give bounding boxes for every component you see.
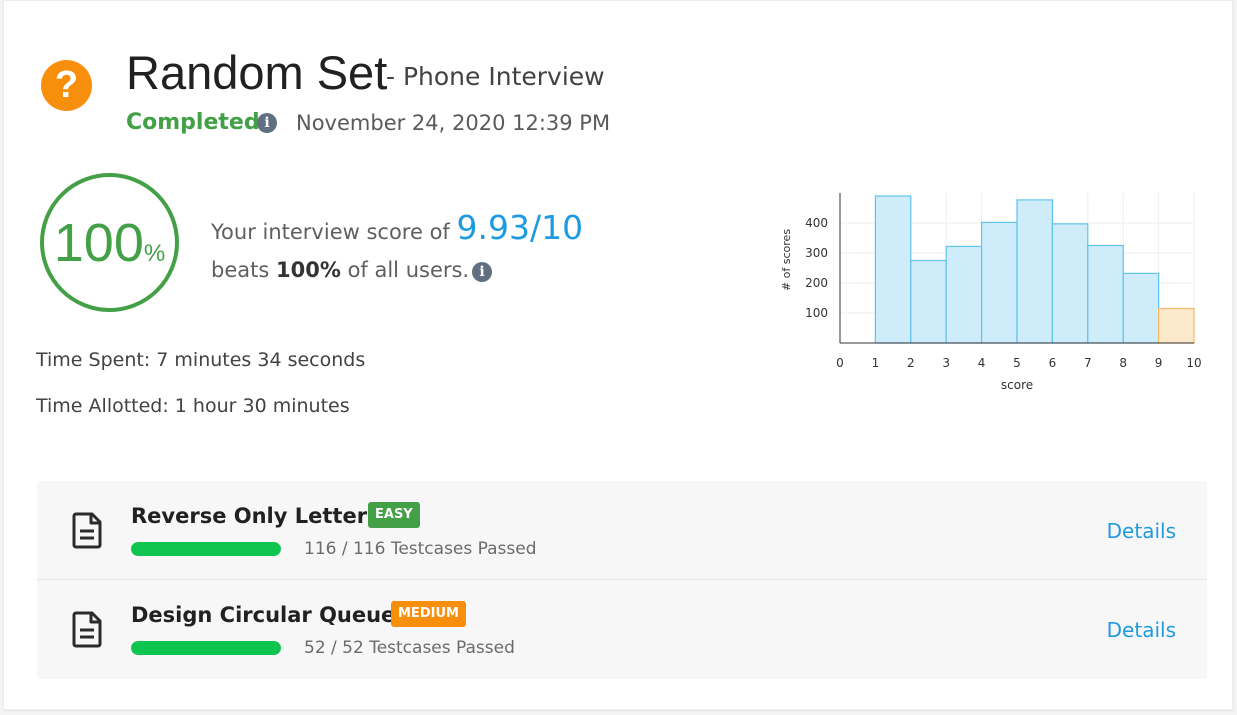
x-axis-label: score (1001, 378, 1033, 392)
x-tick-label: 5 (1013, 356, 1021, 370)
histogram-bar (981, 221, 1018, 344)
y-tick-label: 100 (805, 306, 828, 320)
document-icon (72, 512, 102, 549)
beats-value: 100% (275, 258, 341, 282)
x-tick-label: 8 (1119, 356, 1127, 370)
x-tick-label: 1 (872, 356, 880, 370)
histogram-bar (1087, 244, 1124, 344)
problem-row: Design Circular Queue MEDIUM 52 / 52 Tes… (37, 580, 1207, 679)
x-tick-label: 6 (1049, 356, 1057, 370)
testcase-summary: 52 / 52 Testcases Passed (304, 638, 515, 658)
y-tick-label: 200 (805, 276, 828, 290)
score-distribution-chart: 0 1 2 3 4 5 6 7 8 9 10 100 200 300 400 score # of scores (780, 193, 1202, 392)
score-percent-symbol: % (143, 240, 166, 267)
status-label: Completed (126, 110, 260, 135)
difficulty-badge: EASY (368, 502, 420, 528)
score-prefix: Your interview score of (211, 220, 450, 244)
histogram-bar-highlight (1158, 307, 1195, 344)
histogram-bar (1051, 223, 1089, 344)
y-tick-label: 400 (805, 216, 828, 230)
beats-text: beats 100% of all users. (211, 258, 469, 282)
score-percent: 100% (44, 215, 175, 282)
score-value: 9.93/10 (456, 208, 584, 247)
progress-fill (131, 542, 281, 556)
page-subtitle: - Phone Interview (386, 62, 605, 91)
testcase-progress-bar (131, 542, 281, 556)
x-tick-label: 0 (836, 356, 844, 370)
histogram-bar (1016, 199, 1054, 344)
status-info-icon[interactable]: i (257, 113, 277, 133)
problem-row: Reverse Only Letters EASY 116 / 116 Test… (37, 481, 1207, 580)
beats-info-icon[interactable]: i (472, 262, 492, 282)
result-card: ? Random Set - Phone Interview Completed… (3, 0, 1233, 710)
x-tick-label: 2 (907, 356, 915, 370)
difficulty-badge: MEDIUM (391, 601, 466, 627)
histogram-bar (945, 245, 983, 344)
problem-title[interactable]: Design Circular Queue (131, 603, 395, 627)
score-percent-value: 100 (53, 213, 144, 273)
testcase-summary: 116 / 116 Testcases Passed (304, 539, 537, 559)
beats-prefix: beats (211, 258, 270, 282)
score-text: Your interview score of 9.93/10 (211, 208, 583, 247)
histogram-bar (1122, 272, 1160, 344)
histogram-bar (874, 195, 912, 344)
page-title: Random Set (126, 46, 388, 99)
details-link[interactable]: Details (1107, 618, 1176, 642)
completion-date: November 24, 2020 12:39 PM (296, 111, 611, 135)
x-tick-label: 10 (1186, 356, 1201, 370)
x-tick-label: 9 (1155, 356, 1163, 370)
time-spent: Time Spent: 7 minutes 34 seconds (36, 349, 366, 371)
x-tick-label: 3 (942, 356, 950, 370)
y-tick-label: 300 (805, 246, 828, 260)
beats-suffix: of all users. (347, 258, 470, 282)
histogram-bar (910, 259, 947, 344)
document-icon (72, 611, 102, 648)
score-percent-ring: 100% (40, 173, 179, 312)
time-allotted: Time Allotted: 1 hour 30 minutes (36, 395, 350, 417)
x-tick-label: 4 (978, 356, 986, 370)
problem-list: Reverse Only Letters EASY 116 / 116 Test… (37, 481, 1207, 679)
y-axis-label: # of scores (780, 229, 793, 291)
question-mark-icon: ? (41, 60, 92, 111)
details-link[interactable]: Details (1107, 519, 1176, 543)
testcase-progress-bar (131, 641, 281, 655)
x-tick-label: 7 (1084, 356, 1092, 370)
progress-fill (131, 641, 281, 655)
problem-title[interactable]: Reverse Only Letters (131, 504, 380, 528)
